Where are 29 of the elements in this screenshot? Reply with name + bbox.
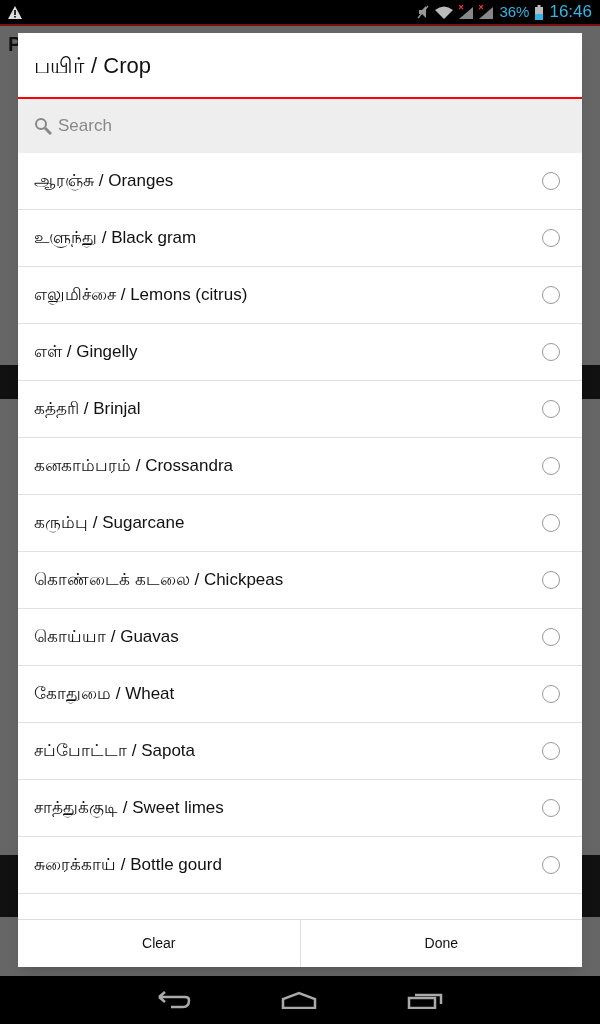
- dialog-button[interactable]: Done: [299, 920, 582, 967]
- back-icon[interactable]: [157, 991, 191, 1009]
- search-icon: [34, 117, 52, 135]
- dialog-button[interactable]: Clear: [18, 920, 300, 967]
- crop-option[interactable]: கனகாம்பரம் / Crossandra: [34, 453, 234, 479]
- crop-option[interactable]: சப்போட்டா / Sapota: [34, 738, 196, 764]
- search-field[interactable]: Search: [18, 99, 582, 153]
- crop-option[interactable]: கத்தரி / Brinjal: [34, 396, 141, 422]
- crop-option[interactable]: எலுமிச்சை / Lemons (citrus): [34, 282, 248, 308]
- crop-option[interactable]: கொய்யா / Guavas: [34, 624, 179, 650]
- home-icon[interactable]: [281, 991, 317, 1009]
- crop-option[interactable]: உளுந்து / Black gram: [34, 225, 197, 251]
- crop-option[interactable]: சாத்துக்குடி / Sweet limes: [34, 795, 224, 821]
- clock: 16:46: [549, 1, 592, 24]
- mute-icon: [417, 5, 430, 19]
- wifi-icon: [435, 5, 454, 19]
- crop-option[interactable]: கரும்பு / Sugarcane: [34, 510, 185, 536]
- crop-option[interactable]: கோதுமை / Wheat: [34, 681, 175, 707]
- dialog-title: பயிர் / Crop: [34, 51, 152, 80]
- warning-icon: [8, 5, 22, 19]
- signal-icon: [479, 5, 494, 19]
- signal-icon: [459, 5, 474, 19]
- recent-apps-icon[interactable]: [407, 991, 443, 1009]
- battery-icon: [535, 4, 544, 20]
- crop-option[interactable]: சுரைக்காய் / Bottle gourd: [34, 852, 222, 878]
- crop-option[interactable]: ஆரஞ்சு / Oranges: [34, 168, 174, 194]
- battery-percent: 36%: [499, 1, 530, 22]
- crop-option[interactable]: கொண்டைக் கடலை / Chickpeas: [34, 567, 284, 593]
- crop-option[interactable]: எள் / Gingelly: [34, 339, 138, 365]
